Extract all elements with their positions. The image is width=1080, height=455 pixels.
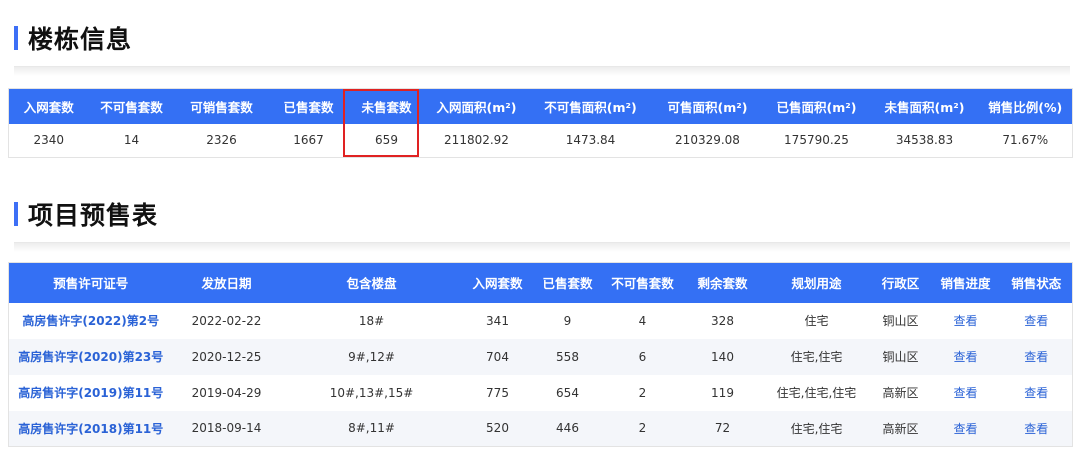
cell-sold-units: 1667 (268, 123, 349, 158)
cell-sold-units: 558 (532, 338, 603, 375)
view-status-link[interactable]: 查看 (1000, 410, 1073, 447)
cell-unsellable-area: 1473.84 (528, 123, 653, 158)
header-sellable-units: 可销售套数 (174, 88, 269, 124)
header-total-units: 入网套数 (8, 88, 89, 124)
header-total-units: 入网套数 (462, 262, 533, 303)
cell-total-units: 2340 (8, 123, 89, 158)
table-row: 2340 14 2326 1667 659 211802.92 1473.84 … (8, 123, 1073, 158)
cell-planned-usage: 住宅,住宅 (762, 338, 871, 375)
building-info-table: 入网套数 不可售套数 可销售套数 已售套数 未售套数 入网面积(m²) 不可售面… (8, 88, 1073, 158)
header-unsellable-units: 不可售套数 (88, 88, 175, 124)
presale-title-text: 项目预售表 (28, 201, 159, 230)
cell-permit-link[interactable]: 高房售许字(2018)第11号 (8, 410, 173, 447)
table-row: 高房售许字(2022)第2号 2022-02-22 18# 341 9 4 32… (8, 302, 1073, 339)
header-sales-status: 销售状态 (1000, 262, 1073, 303)
title-accent-bar (14, 26, 18, 50)
cell-unsellable-units: 2 (602, 374, 683, 411)
cell-unsellable-units: 4 (602, 302, 683, 339)
title-accent-bar (14, 202, 18, 226)
header-sales-ratio: 销售比例(%) (978, 88, 1073, 124)
cell-planned-usage: 住宅,住宅 (762, 410, 871, 447)
cell-total-units: 775 (462, 374, 533, 411)
header-issue-date: 发放日期 (172, 262, 281, 303)
header-unsellable-area: 不可售面积(m²) (528, 88, 653, 124)
presale-table-header: 预售许可证号 发放日期 包含楼盘 入网套数 已售套数 不可售套数 剩余套数 规划… (8, 262, 1073, 303)
cell-planned-usage: 住宅 (762, 302, 871, 339)
cell-district: 铜山区 (870, 302, 931, 339)
cell-buildings: 18# (280, 302, 463, 339)
table-row: 高房售许字(2019)第11号 2019-04-29 10#,13#,15# 7… (8, 374, 1073, 411)
building-info-title-text: 楼栋信息 (28, 25, 133, 54)
presale-title: 项目预售表 (14, 196, 158, 232)
header-sellable-area: 可售面积(m²) (652, 88, 763, 124)
table-row: 高房售许字(2020)第23号 2020-12-25 9#,12# 704 55… (8, 338, 1073, 375)
cell-buildings: 9#,12# (280, 338, 463, 375)
cell-sold-area: 175790.25 (762, 123, 871, 158)
building-table-header: 入网套数 不可售套数 可销售套数 已售套数 未售套数 入网面积(m²) 不可售面… (8, 88, 1073, 124)
cell-buildings: 10#,13#,15# (280, 374, 463, 411)
cell-district: 高新区 (870, 374, 931, 411)
header-unsold-units: 未售套数 (348, 88, 425, 124)
cell-district: 高新区 (870, 410, 931, 447)
view-progress-link[interactable]: 查看 (930, 338, 1001, 375)
cell-remaining-units: 119 (682, 374, 763, 411)
cell-total-units: 520 (462, 410, 533, 447)
cell-total-units: 341 (462, 302, 533, 339)
cell-unsellable-units: 14 (88, 123, 175, 158)
cell-remaining-units: 328 (682, 302, 763, 339)
cell-unsold-units: 659 (348, 123, 425, 158)
header-sales-progress: 销售进度 (930, 262, 1001, 303)
header-buildings: 包含楼盘 (280, 262, 463, 303)
cell-sold-units: 446 (532, 410, 603, 447)
cell-issue-date: 2022-02-22 (172, 302, 281, 339)
header-permit-no: 预售许可证号 (8, 262, 173, 303)
cell-sellable-units: 2326 (174, 123, 269, 158)
view-progress-link[interactable]: 查看 (930, 302, 1001, 339)
header-sold-area: 已售面积(m²) (762, 88, 871, 124)
cell-issue-date: 2018-09-14 (172, 410, 281, 447)
cell-remaining-units: 140 (682, 338, 763, 375)
cell-buildings: 8#,11# (280, 410, 463, 447)
header-total-area: 入网面积(m²) (424, 88, 529, 124)
cell-planned-usage: 住宅,住宅,住宅 (762, 374, 871, 411)
building-info-title: 楼栋信息 (14, 20, 132, 56)
cell-remaining-units: 72 (682, 410, 763, 447)
cell-district: 铜山区 (870, 338, 931, 375)
header-sold-units: 已售套数 (268, 88, 349, 124)
cell-total-units: 704 (462, 338, 533, 375)
view-progress-link[interactable]: 查看 (930, 374, 1001, 411)
header-remaining-units: 剩余套数 (682, 262, 763, 303)
cell-unsellable-units: 2 (602, 410, 683, 447)
cell-total-area: 211802.92 (424, 123, 529, 158)
cell-sold-units: 9 (532, 302, 603, 339)
cell-unsold-area: 34538.83 (870, 123, 979, 158)
divider (14, 66, 1070, 76)
cell-sold-units: 654 (532, 374, 603, 411)
table-row: 高房售许字(2018)第11号 2018-09-14 8#,11# 520 44… (8, 410, 1073, 447)
view-status-link[interactable]: 查看 (1000, 302, 1073, 339)
header-planned-usage: 规划用途 (762, 262, 871, 303)
view-status-link[interactable]: 查看 (1000, 374, 1073, 411)
cell-unsellable-units: 6 (602, 338, 683, 375)
cell-permit-link[interactable]: 高房售许字(2020)第23号 (8, 338, 173, 375)
cell-sellable-area: 210329.08 (652, 123, 763, 158)
view-status-link[interactable]: 查看 (1000, 338, 1073, 375)
cell-sales-ratio: 71.67% (978, 123, 1073, 158)
header-district: 行政区 (870, 262, 931, 303)
cell-permit-link[interactable]: 高房售许字(2022)第2号 (8, 302, 173, 339)
cell-issue-date: 2019-04-29 (172, 374, 281, 411)
cell-issue-date: 2020-12-25 (172, 338, 281, 375)
cell-permit-link[interactable]: 高房售许字(2019)第11号 (8, 374, 173, 411)
divider (14, 242, 1070, 252)
header-unsellable-units: 不可售套数 (602, 262, 683, 303)
header-unsold-area: 未售面积(m²) (870, 88, 979, 124)
header-sold-units: 已售套数 (532, 262, 603, 303)
view-progress-link[interactable]: 查看 (930, 410, 1001, 447)
presale-table: 预售许可证号 发放日期 包含楼盘 入网套数 已售套数 不可售套数 剩余套数 规划… (8, 262, 1073, 447)
